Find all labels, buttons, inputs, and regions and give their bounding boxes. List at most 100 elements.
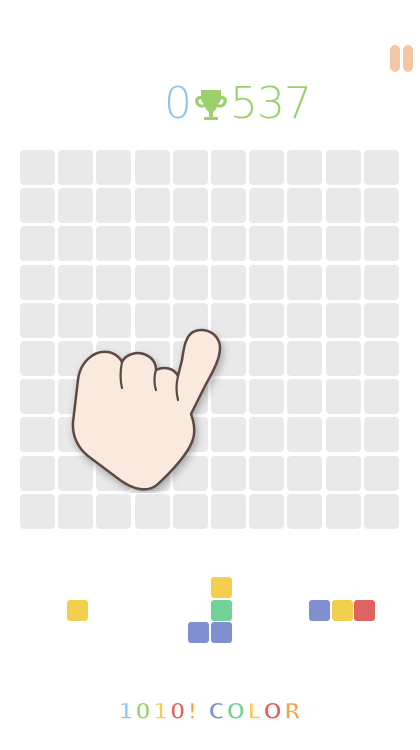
board-cell[interactable] bbox=[363, 493, 399, 529]
board-cell[interactable] bbox=[211, 417, 246, 453]
board-cell[interactable] bbox=[325, 150, 361, 185]
board-cell[interactable] bbox=[20, 226, 55, 262]
board-cell[interactable] bbox=[134, 150, 170, 185]
board-cell[interactable] bbox=[211, 379, 246, 415]
board-cell[interactable] bbox=[211, 455, 246, 491]
board-cell[interactable] bbox=[20, 493, 55, 529]
game-board[interactable] bbox=[20, 150, 400, 530]
board-cell[interactable] bbox=[134, 226, 170, 262]
board-cell[interactable] bbox=[58, 417, 94, 453]
board-cell[interactable] bbox=[134, 341, 170, 376]
board-cell[interactable] bbox=[96, 493, 132, 529]
board-cell[interactable] bbox=[363, 302, 399, 338]
board-cell[interactable] bbox=[134, 417, 170, 453]
board-cell[interactable] bbox=[96, 455, 132, 491]
board-cell[interactable] bbox=[58, 341, 94, 376]
board-cell[interactable] bbox=[134, 493, 170, 529]
board-cell[interactable] bbox=[287, 379, 323, 415]
board-cell[interactable] bbox=[58, 264, 94, 300]
board-cell[interactable] bbox=[325, 455, 361, 491]
board-cell[interactable] bbox=[211, 150, 246, 185]
board-cell[interactable] bbox=[96, 379, 132, 415]
board-cell[interactable] bbox=[287, 188, 323, 224]
board-cell[interactable] bbox=[249, 264, 285, 300]
board-cell[interactable] bbox=[20, 417, 55, 453]
board-cell[interactable] bbox=[172, 302, 208, 338]
board-cell[interactable] bbox=[363, 226, 399, 262]
board-cell[interactable] bbox=[363, 417, 399, 453]
board-cell[interactable] bbox=[363, 379, 399, 415]
board-cell[interactable] bbox=[58, 455, 94, 491]
board-cell[interactable] bbox=[211, 341, 246, 376]
board-cell[interactable] bbox=[287, 302, 323, 338]
board-cell[interactable] bbox=[20, 188, 55, 224]
board-cell[interactable] bbox=[211, 226, 246, 262]
board-cell[interactable] bbox=[172, 379, 208, 415]
board-cell[interactable] bbox=[211, 302, 246, 338]
board-cell[interactable] bbox=[363, 188, 399, 224]
board-cell[interactable] bbox=[134, 379, 170, 415]
board-cell[interactable] bbox=[20, 379, 55, 415]
board-cell[interactable] bbox=[96, 150, 132, 185]
board-cell[interactable] bbox=[134, 455, 170, 491]
board-cell[interactable] bbox=[287, 264, 323, 300]
board-cell[interactable] bbox=[96, 226, 132, 262]
board-cell[interactable] bbox=[96, 302, 132, 338]
board-cell[interactable] bbox=[325, 493, 361, 529]
board-cell[interactable] bbox=[58, 226, 94, 262]
board-cell[interactable] bbox=[20, 341, 55, 376]
board-cell[interactable] bbox=[249, 226, 285, 262]
board-cell[interactable] bbox=[20, 455, 55, 491]
board-cell[interactable] bbox=[363, 455, 399, 491]
board-cell[interactable] bbox=[325, 188, 361, 224]
board-cell[interactable] bbox=[249, 150, 285, 185]
board-cell[interactable] bbox=[211, 264, 246, 300]
board-cell[interactable] bbox=[325, 417, 361, 453]
board-cell[interactable] bbox=[249, 341, 285, 376]
board-cell[interactable] bbox=[172, 188, 208, 224]
board-cell[interactable] bbox=[363, 264, 399, 300]
board-cell[interactable] bbox=[96, 341, 132, 376]
board-cell[interactable] bbox=[287, 455, 323, 491]
board-cell[interactable] bbox=[58, 302, 94, 338]
board-cell[interactable] bbox=[249, 188, 285, 224]
board-cell[interactable] bbox=[325, 264, 361, 300]
board-cell[interactable] bbox=[134, 264, 170, 300]
board-cell[interactable] bbox=[363, 341, 399, 376]
board-cell[interactable] bbox=[249, 379, 285, 415]
board-cell[interactable] bbox=[58, 379, 94, 415]
board-cell[interactable] bbox=[20, 302, 55, 338]
pause-button[interactable] bbox=[389, 45, 415, 73]
board-cell[interactable] bbox=[287, 341, 323, 376]
board-cell[interactable] bbox=[172, 493, 208, 529]
board-cell[interactable] bbox=[172, 417, 208, 453]
board-cell[interactable] bbox=[249, 455, 285, 491]
board-cell[interactable] bbox=[287, 150, 323, 185]
board-cell[interactable] bbox=[249, 302, 285, 338]
board-cell[interactable] bbox=[325, 379, 361, 415]
board-cell[interactable] bbox=[96, 188, 132, 224]
board-cell[interactable] bbox=[211, 493, 246, 529]
board-cell[interactable] bbox=[211, 188, 246, 224]
board-cell[interactable] bbox=[20, 150, 55, 185]
board-cell[interactable] bbox=[58, 188, 94, 224]
board-cell[interactable] bbox=[58, 150, 94, 185]
board-cell[interactable] bbox=[172, 341, 208, 376]
board-cell[interactable] bbox=[172, 150, 208, 185]
board-cell[interactable] bbox=[249, 493, 285, 529]
board-cell[interactable] bbox=[287, 417, 323, 453]
board-cell[interactable] bbox=[325, 226, 361, 262]
board-cell[interactable] bbox=[20, 264, 55, 300]
board-cell[interactable] bbox=[172, 455, 208, 491]
board-cell[interactable] bbox=[325, 302, 361, 338]
board-cell[interactable] bbox=[325, 341, 361, 376]
board-cell[interactable] bbox=[287, 493, 323, 529]
board-cell[interactable] bbox=[287, 226, 323, 262]
board-cell[interactable] bbox=[58, 493, 94, 529]
board-cell[interactable] bbox=[172, 226, 208, 262]
board-cell[interactable] bbox=[96, 264, 132, 300]
board-cell[interactable] bbox=[172, 264, 208, 300]
board-cell[interactable] bbox=[96, 417, 132, 453]
board-cell[interactable] bbox=[134, 302, 170, 338]
board-cell[interactable] bbox=[249, 417, 285, 453]
